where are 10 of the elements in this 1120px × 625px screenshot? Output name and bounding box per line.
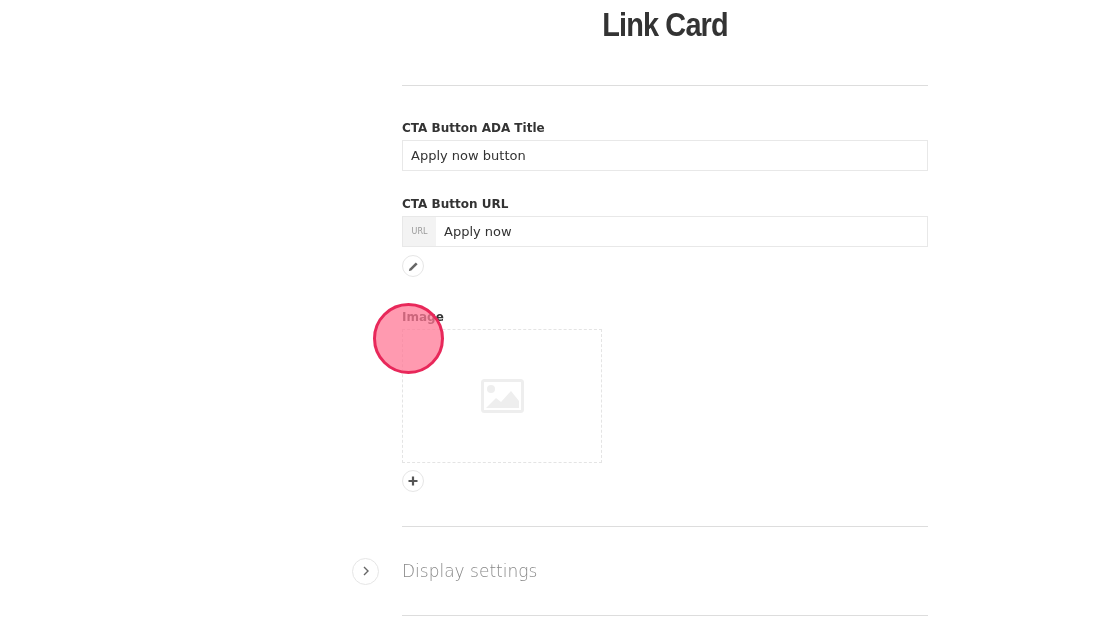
field-label: CTA Button URL — [402, 197, 510, 211]
add-button[interactable] — [402, 470, 424, 492]
text-field[interactable]: Apply now button — [403, 141, 927, 170]
field-label: CTA Button ADA Title — [402, 121, 546, 135]
plus-icon — [408, 476, 418, 486]
section-heading[interactable]: Display settings — [402, 561, 538, 581]
edit-button[interactable] — [402, 255, 424, 277]
page-title: Link Card — [601, 4, 729, 44]
pencil-icon — [407, 260, 419, 272]
chevron-icon — [361, 566, 370, 576]
